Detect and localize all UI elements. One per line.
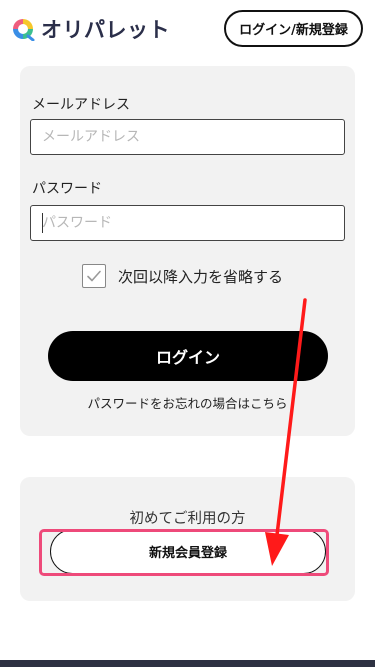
email-label: メールアドレス (32, 97, 130, 113)
login-button[interactable]: ログイン (48, 331, 328, 381)
text-cursor (42, 213, 43, 233)
logo[interactable]: オリパレット (11, 16, 170, 42)
signup-prompt: 初めてご利用の方 (129, 511, 246, 527)
bottom-bar (0, 660, 375, 667)
logo-text: オリパレット (41, 18, 170, 42)
password-field[interactable] (30, 205, 345, 241)
highlight-box (39, 529, 329, 576)
email-field[interactable] (30, 119, 345, 155)
logo-icon (11, 17, 35, 42)
site-header: オリパレット ログイン/新規登録 (0, 0, 375, 58)
remember-label: 次回以降入力を省略する (118, 267, 284, 286)
remember-me[interactable]: 次回以降入力を省略する (82, 264, 283, 288)
checkmark-icon (87, 270, 101, 282)
password-label: パスワード (32, 181, 102, 197)
forgot-password-link[interactable]: パスワードをお忘れの場合はこちら (20, 393, 355, 412)
signup-card: 初めてご利用の方 新規会員登録 (20, 477, 355, 601)
login-register-button[interactable]: ログイン/新規登録 (224, 10, 363, 47)
login-card: メールアドレス パスワード 次回以降入力を省略する ログイン パスワードをお忘れ… (20, 66, 355, 436)
remember-checkbox[interactable] (82, 264, 106, 288)
